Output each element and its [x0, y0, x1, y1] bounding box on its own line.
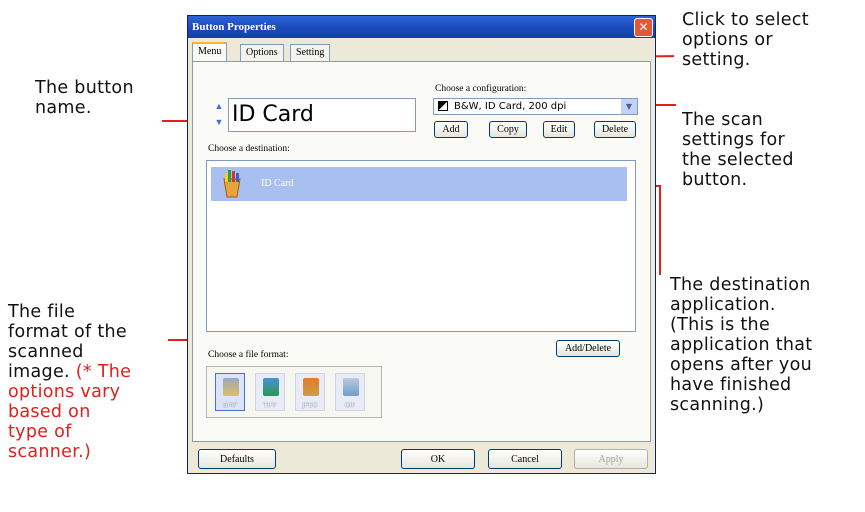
- close-icon: ✕: [638, 20, 649, 34]
- add-delete-button[interactable]: Add/Delete: [556, 340, 620, 357]
- delete-button[interactable]: Delete: [594, 121, 636, 138]
- annotation-line: name.: [35, 98, 92, 118]
- annotation-line: opens after you: [670, 355, 812, 375]
- cancel-button[interactable]: Cancel: [488, 449, 562, 469]
- annotation-file-format: The file format of the scanned image. (*…: [8, 302, 131, 462]
- annotation-line: application.: [670, 295, 776, 315]
- destination-list[interactable]: ID Card: [206, 160, 636, 332]
- annotation-scan-settings: The scan settings for the selected butto…: [682, 110, 794, 190]
- config-label: Choose a configuration:: [435, 84, 527, 94]
- jpeg-file-icon: [303, 378, 319, 396]
- dialog-title: Button Properties: [192, 21, 276, 33]
- chevron-down-icon[interactable]: ▼: [213, 114, 225, 130]
- file-format-label: Choose a file format:: [208, 350, 289, 360]
- annotation-line: options or: [682, 30, 773, 50]
- copy-button[interactable]: Copy: [489, 121, 527, 138]
- chevron-up-icon[interactable]: ▲: [213, 98, 225, 114]
- annotation-line: (This is the: [670, 315, 771, 335]
- annotation-line: scanning.): [670, 395, 765, 415]
- format-gif-button[interactable]: GIF: [335, 373, 365, 411]
- button-name-field[interactable]: ID Card: [228, 98, 416, 132]
- configuration-value: B&W, ID Card, 200 dpi: [454, 101, 567, 112]
- annotation-line: application that: [670, 335, 813, 355]
- paint-cup-icon: [223, 170, 241, 198]
- add-button[interactable]: Add: [434, 121, 468, 138]
- format-jpeg-label: JPEG: [302, 401, 318, 409]
- gif-file-icon: [343, 378, 359, 396]
- format-bmp-button[interactable]: BMP: [215, 373, 245, 411]
- destination-item-id-card[interactable]: ID Card: [211, 167, 627, 201]
- annotation-line: image. (* The: [8, 362, 131, 382]
- annotation-line: format of the: [8, 322, 127, 342]
- annotation-line: The file: [8, 302, 76, 322]
- bw-mode-icon: [438, 101, 448, 111]
- annotation-line: settings for: [682, 130, 786, 150]
- edit-button[interactable]: Edit: [543, 121, 575, 138]
- format-bmp-label: BMP: [223, 401, 237, 409]
- annotation-line: The scan: [682, 110, 764, 130]
- destination-label: Choose a destination:: [208, 144, 290, 154]
- annotation-line: have finished: [670, 375, 792, 395]
- annotation-tabs: Click to select options or setting.: [682, 10, 809, 70]
- annotation-line: image.: [8, 362, 70, 382]
- annotation-button-name: The button name.: [35, 78, 134, 118]
- annotation-line: scanned: [8, 342, 84, 362]
- annotation-note: scanner.): [8, 442, 92, 462]
- annotation-line: Click to select: [682, 10, 809, 30]
- annotation-note: (* The: [75, 362, 132, 382]
- bmp-file-icon: [223, 378, 239, 396]
- defaults-button[interactable]: Defaults: [198, 449, 276, 469]
- tab-setting[interactable]: Setting: [290, 44, 331, 61]
- format-gif-label: GIF: [344, 401, 356, 409]
- close-button[interactable]: ✕: [634, 18, 653, 37]
- title-bar: Button Properties ✕: [188, 16, 655, 38]
- annotation-line: The destination: [670, 275, 811, 295]
- annotation-note: based on: [8, 402, 91, 422]
- destination-item-label: ID Card: [261, 178, 294, 189]
- tab-menu[interactable]: Menu: [192, 42, 228, 62]
- annotation-destination: The destination application. (This is th…: [670, 275, 812, 415]
- apply-button[interactable]: Apply: [574, 449, 648, 469]
- format-jpeg-button[interactable]: JPEG: [295, 373, 325, 411]
- button-name-spinner[interactable]: ▲ ▼: [213, 98, 225, 132]
- button-properties-dialog: Button Properties ✕ Menu Options Setting…: [187, 15, 656, 474]
- annotation-note: options vary: [8, 382, 121, 402]
- annotation-note: type of: [8, 422, 72, 442]
- annotation-line: the selected: [682, 150, 794, 170]
- leader-destination-v: [659, 185, 661, 275]
- chevron-down-icon[interactable]: ▼: [621, 99, 637, 114]
- annotation-line: button.: [682, 170, 748, 190]
- tiff-file-icon: [263, 378, 279, 396]
- annotation-line: The button: [35, 78, 134, 98]
- format-tiff-label: TIFF: [263, 401, 277, 409]
- format-tiff-button[interactable]: TIFF: [255, 373, 285, 411]
- annotation-line: setting.: [682, 50, 751, 70]
- tab-options[interactable]: Options: [240, 44, 284, 61]
- file-format-group: BMP TIFF JPEG GIF: [206, 366, 382, 418]
- ok-button[interactable]: OK: [401, 449, 475, 469]
- configuration-select[interactable]: B&W, ID Card, 200 dpi ▼: [433, 98, 638, 115]
